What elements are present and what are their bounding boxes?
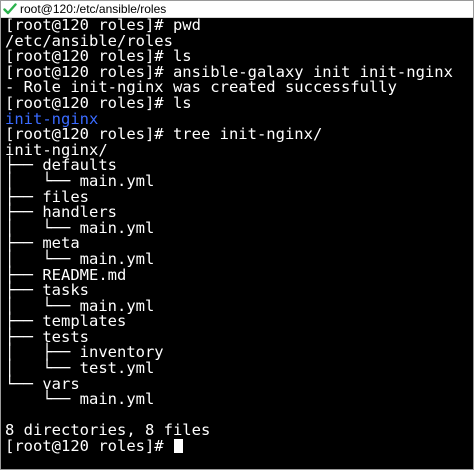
title-bar[interactable]: root@120:/etc/ansible/roles xyxy=(1,1,473,18)
tree-line: └── main.yml xyxy=(5,390,155,409)
terminal-output[interactable]: [root@120 roles]# pwd /etc/ansible/roles… xyxy=(5,18,469,469)
window-title: root@120:/etc/ansible/roles xyxy=(20,2,167,16)
terminal-window: root@120:/etc/ansible/roles [root@120 ro… xyxy=(0,0,474,470)
prompt-line[interactable]: [root@120 roles]# xyxy=(5,437,469,456)
text-cursor xyxy=(173,439,183,454)
shell-prompt: [root@120 roles]# xyxy=(5,437,173,456)
terminal-check-icon xyxy=(3,2,17,16)
